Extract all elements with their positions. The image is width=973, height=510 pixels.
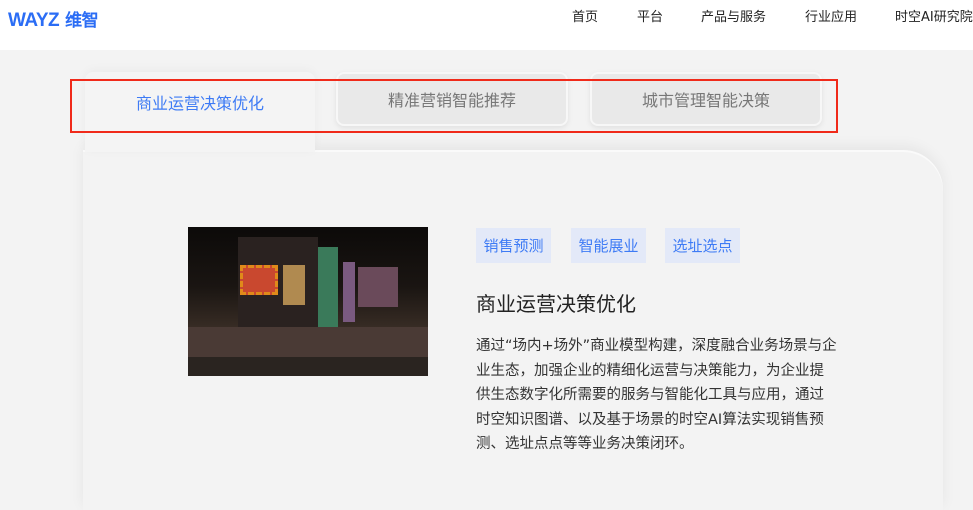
nav-home[interactable]: 首页 (572, 6, 598, 25)
nav-ai-institute[interactable]: 时空AI研究院 (895, 6, 973, 25)
logo-text: WAYZ (8, 10, 60, 31)
tab-precision-marketing[interactable]: 精准营销智能推荐 (336, 72, 568, 126)
nav-products[interactable]: 产品与服务 (701, 6, 766, 25)
logo[interactable]: WAYZ 维智 (8, 6, 99, 32)
tag-smart-business: 智能展业 (571, 228, 646, 263)
logo-cn: 维智 (65, 11, 99, 31)
tab-business-operation[interactable]: 商业运营决策优化 (85, 72, 315, 152)
nav-industry[interactable]: 行业应用 (805, 6, 857, 25)
site-header: WAYZ 维智 首页 平台 产品与服务 行业应用 时空AI研究院 (0, 0, 973, 50)
tag-site-selection: 选址选点 (665, 228, 740, 263)
city-night-image (188, 227, 428, 376)
section-title: 商业运营决策优化 (476, 292, 636, 316)
tag-sales-forecast: 销售预测 (476, 228, 551, 263)
section-description: 通过“场内+场外”商业模型构建，深度融合业务场景与企业生态，加强企业的精细化运营… (476, 338, 837, 452)
nav-platform[interactable]: 平台 (637, 6, 663, 25)
tab-city-management[interactable]: 城市管理智能决策 (590, 72, 822, 126)
